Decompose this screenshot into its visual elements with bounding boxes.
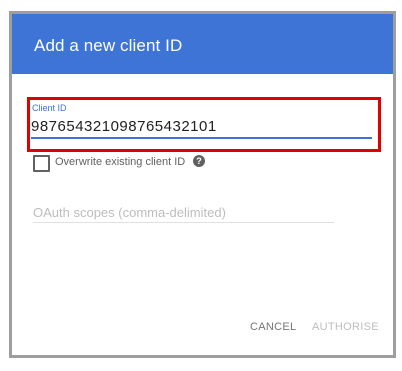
help-icon[interactable]: ? xyxy=(193,155,205,167)
authorise-button[interactable]: AUTHORISE xyxy=(312,320,379,334)
cancel-button[interactable]: CANCEL xyxy=(250,320,296,334)
client-id-underline xyxy=(31,137,372,139)
oauth-scopes-input[interactable] xyxy=(33,202,334,223)
client-id-field[interactable]: 987654321098765432101 xyxy=(31,118,217,135)
add-client-id-dialog: Add a new client ID Client ID 9876543210… xyxy=(9,11,396,358)
overwrite-label: Overwrite existing client ID xyxy=(55,156,186,168)
overwrite-checkbox[interactable] xyxy=(33,155,50,172)
dialog-header: Add a new client ID xyxy=(12,14,393,74)
client-id-label: Client ID xyxy=(32,103,67,113)
dialog-title: Add a new client ID xyxy=(34,36,183,55)
